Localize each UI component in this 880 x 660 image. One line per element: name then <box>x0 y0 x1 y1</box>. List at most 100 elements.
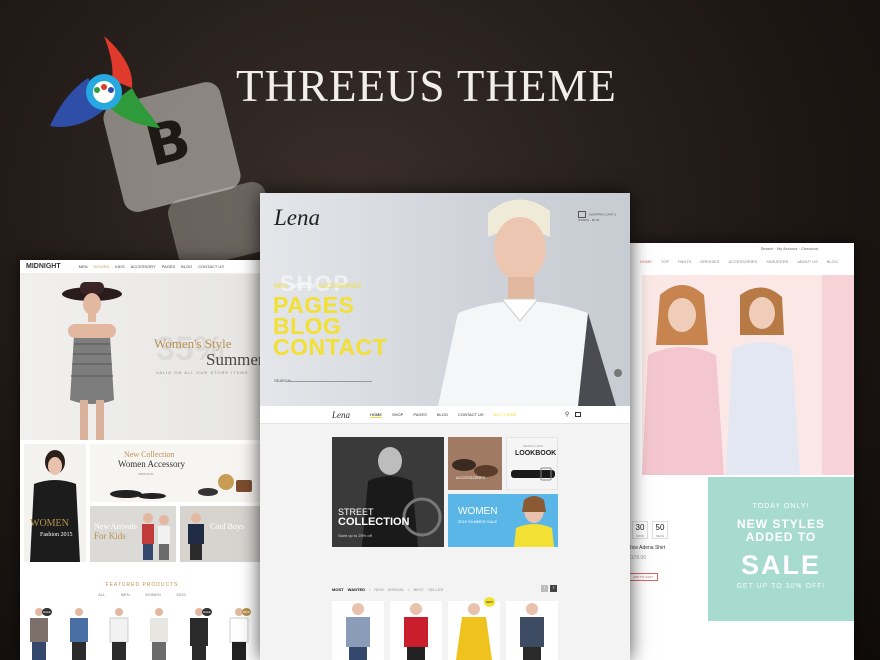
product-card[interactable] <box>506 601 558 660</box>
tab-most-wanted[interactable]: MOST WANTED <box>332 587 365 592</box>
product-card[interactable] <box>64 606 94 660</box>
search-icon[interactable]: ⚲ <box>565 411 569 418</box>
women-summer-title: WOMEN <box>458 506 498 517</box>
midnight-logo: MIDNIGHT <box>26 263 61 270</box>
lookbook-label: LOOKBOOK <box>515 450 557 457</box>
product-card[interactable] <box>332 601 384 660</box>
hero-model-image <box>62 282 122 440</box>
promo-today: TODAY ONLY! <box>752 503 810 510</box>
product-card[interactable]: NEW <box>224 606 254 660</box>
countdown-mins-value: 30 <box>635 523 645 532</box>
threeus-logo-icon <box>50 36 160 128</box>
featured-products-tabs[interactable]: ALL · MEN · WOMEN · KIDS <box>20 592 264 597</box>
street-line2: COLLECTION <box>338 516 410 528</box>
midnight-theme-preview[interactable]: MIDNIGHT MEN WOMEN KIDS ACCESSORY PAGES … <box>20 260 264 660</box>
nav-item-blog[interactable]: BLOG <box>827 259 838 269</box>
tab-best-seller[interactable]: BEST SELLER <box>414 587 444 592</box>
add-to-cart-button[interactable]: ADD TO CART <box>628 573 658 581</box>
lena-hero-banner[interactable]: Lena SHOPPING CART 0 ITEM(S) - $0.00 SHO… <box>260 193 630 406</box>
promo-up-to: GET UP TO 30% OFF! <box>736 583 826 590</box>
sale-promo-banner[interactable]: TODAY ONLY! NEW STYLES ADDED TO SALE GET… <box>708 477 854 621</box>
top-bar[interactable]: Search · My Account · Checkout <box>622 243 854 255</box>
promo-tile-kids[interactable]: New Arrivals For Kids <box>90 506 176 562</box>
nav-item-about[interactable]: ABOUT US <box>797 259 817 269</box>
nav-item-shop[interactable]: SHOP <box>392 412 403 417</box>
nav-logo[interactable]: Lena <box>332 410 350 420</box>
countdown-mins: 30 MINS <box>632 521 648 539</box>
product-price: $178.00 <box>628 555 647 561</box>
nav-item-contact[interactable]: CONTACT US <box>198 264 224 269</box>
hero-cat-accessories[interactable]: ACCESSORIES <box>318 284 361 290</box>
cart-icon[interactable] <box>575 412 582 417</box>
product-card[interactable]: NEW <box>448 597 500 660</box>
promo-tile-women[interactable]: WOMEN Fashion 2015 <box>24 444 86 562</box>
nav-item-pages[interactable]: PAGES <box>162 264 176 269</box>
hero-cat-women[interactable]: WOMEN <box>291 284 315 290</box>
product-image <box>456 603 492 660</box>
women-summer-sub: 2015 SUMMER SALE <box>458 519 498 524</box>
promo-street-collection[interactable]: STREET COLLECTION Save up to 25% off <box>332 437 444 547</box>
nav-item-accessories[interactable]: ACCESSORIES <box>728 259 757 269</box>
street-model-image <box>332 437 444 547</box>
hero-links: PAGES BLOG CONTACT <box>273 294 387 359</box>
boy-image <box>188 513 204 560</box>
promo-added-to: ADDED TO <box>745 530 817 544</box>
cart-icon[interactable] <box>578 211 586 218</box>
promo-tile-boys[interactable]: Cool Boys <box>180 506 262 562</box>
product-card[interactable] <box>390 601 442 660</box>
countdown-mins-unit: MINS <box>636 534 644 538</box>
promo-women-summer[interactable]: WOMEN 2015 SUMMER SALE <box>448 494 558 547</box>
nav-item-kids[interactable]: KIDS <box>115 264 124 269</box>
cart-summary[interactable]: SHOPPING CART 0 ITEM(S) - $0.00 <box>578 211 618 222</box>
lena-logo[interactable]: Lena <box>274 205 320 231</box>
promo-tile-accessory[interactable]: New Collection Women Accessory SHOP NOW <box>90 444 262 502</box>
hero-cat-men[interactable]: MEN <box>274 284 287 290</box>
sale-badge: SALE <box>202 608 212 616</box>
right-nav: HOME TOP PANTS DRESSES ACCESSORIES SWEAT… <box>622 255 854 269</box>
chevron-right-icon[interactable]: › <box>550 585 557 592</box>
nav-item-blog[interactable]: BLOG <box>181 264 192 269</box>
hero-link-contact[interactable]: CONTACT <box>273 336 387 359</box>
belt-image <box>511 467 555 481</box>
tile-accessory-line1: New Collection <box>124 450 175 459</box>
accessory-products-image <box>110 474 252 499</box>
hero-valid-text: VALID ON ALL OUR STORE ITEMS <box>156 370 249 375</box>
nav-item-buy-theme[interactable]: BUY THEME <box>494 412 517 417</box>
nav-item-men[interactable]: MEN <box>79 264 88 269</box>
promo-lookbook[interactable]: SEARCH 2015 LOOKBOOK <box>506 437 558 490</box>
tile-kids-line2: For Kids <box>94 531 126 541</box>
product-card[interactable] <box>144 606 174 660</box>
nav-item-sweaters[interactable]: SWEATERS <box>766 259 788 269</box>
carousel-arrows: ‹ › <box>541 585 557 592</box>
lena-theme-preview[interactable]: Lena SHOPPING CART 0 ITEM(S) - $0.00 SHO… <box>260 193 630 660</box>
tile-accessory-line2: Women Accessory <box>118 459 186 469</box>
product-name[interactable]: Rice Adena Shirt <box>628 545 665 551</box>
accessories-image <box>448 437 502 490</box>
tab-new-arrival[interactable]: NEW ARRIVAL <box>374 587 404 592</box>
pink-theme-preview[interactable]: Search · My Account · Checkout HOME TOP … <box>622 243 854 660</box>
nav-item-women[interactable]: WOMEN <box>94 264 110 269</box>
nav-item-top[interactable]: TOP <box>661 259 669 269</box>
nav-item-accessory[interactable]: ACCESSORY <box>131 264 156 269</box>
chevron-left-icon[interactable]: ‹ <box>541 585 548 592</box>
product-card[interactable]: SALE <box>184 606 214 660</box>
product-card[interactable]: SALE <box>24 606 54 660</box>
search-input[interactable] <box>286 381 372 382</box>
nav-item-home[interactable]: HOME <box>370 412 382 418</box>
right-hero-banner[interactable] <box>642 275 854 475</box>
midnight-nav: MEN WOMEN KIDS ACCESSORY PAGES BLOG CONT… <box>79 264 224 269</box>
page-title: THREEUS THEME <box>236 61 617 111</box>
women-model-image <box>30 450 80 562</box>
product-card[interactable] <box>104 606 134 660</box>
promo-accessories[interactable]: ACCESSORIES <box>448 437 502 490</box>
nav-item-home[interactable]: HOME <box>640 259 652 269</box>
nav-item-dresses[interactable]: DRESSES <box>700 259 719 269</box>
nav-item-contact[interactable]: CONTACT US <box>458 412 484 417</box>
nav-item-pants[interactable]: PANTS <box>678 259 691 269</box>
nav-item-pages[interactable]: PAGES <box>413 412 427 417</box>
nav-item-blog[interactable]: BLOG <box>437 412 448 417</box>
midnight-promo-grid: WOMEN Fashion 2015 New Collection Women … <box>20 440 264 566</box>
midnight-hero-banner[interactable]: 35% Women's Style Summer VALID ON ALL OU… <box>20 274 264 440</box>
new-badge: NEW <box>242 608 251 616</box>
product-tabs: MOST WANTED / NEW ARRIVAL / BEST SELLER <box>332 587 444 592</box>
